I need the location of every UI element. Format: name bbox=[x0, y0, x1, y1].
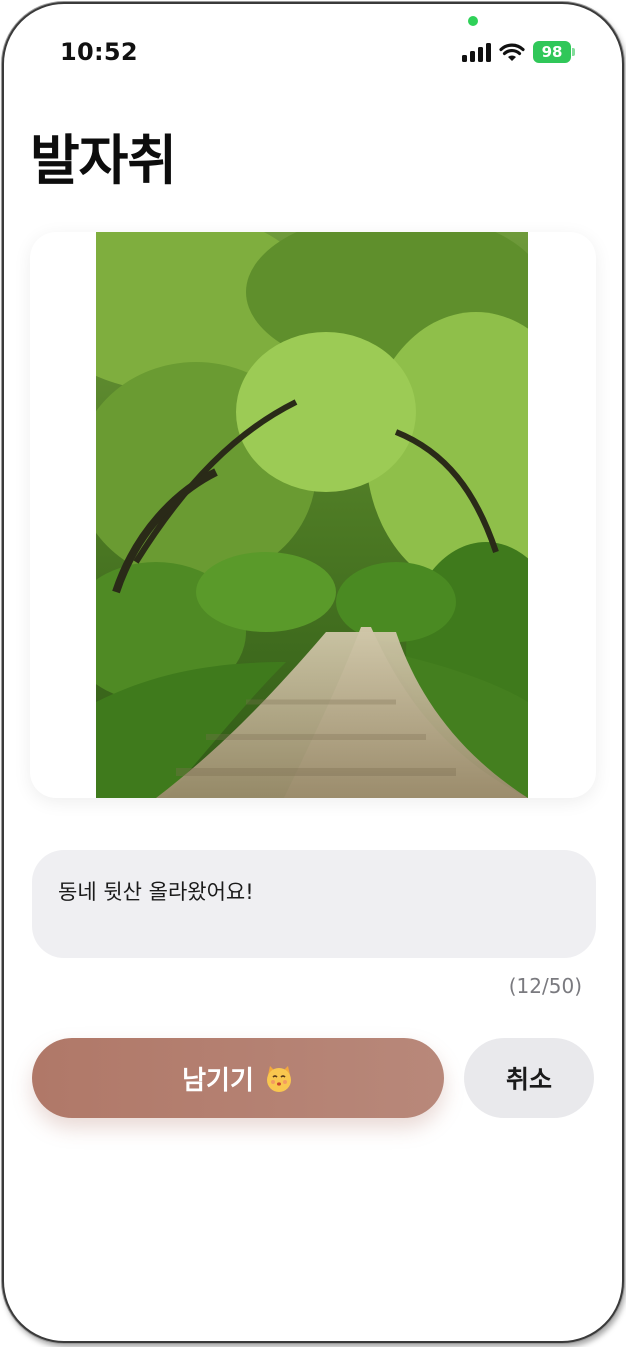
phone-frame: 10:52 98 발자취 동네 뒷산 올라왔어요! (12/50) 남기기 취소 bbox=[2, 2, 624, 1343]
cancel-button[interactable]: 취소 bbox=[464, 1038, 594, 1118]
cat-kissing-emoji-icon bbox=[266, 1066, 291, 1092]
submit-button[interactable]: 남기기 bbox=[32, 1038, 444, 1118]
battery-level: 98 bbox=[533, 41, 571, 63]
battery-icon: 98 bbox=[533, 41, 575, 63]
forest-path-photo bbox=[96, 232, 528, 798]
status-time: 10:52 bbox=[60, 38, 138, 66]
signal-icon bbox=[462, 42, 491, 62]
status-icons: 98 bbox=[462, 40, 575, 64]
cancel-button-label: 취소 bbox=[505, 1065, 552, 1094]
submit-button-label: 남기기 bbox=[182, 1065, 254, 1096]
caption-input[interactable]: 동네 뒷산 올라왔어요! bbox=[32, 850, 596, 958]
wifi-icon bbox=[499, 42, 525, 62]
camera-indicator-dot bbox=[468, 16, 478, 26]
character-counter: (12/50) bbox=[508, 974, 582, 998]
page-title: 발자취 bbox=[30, 129, 177, 192]
caption-text: 동네 뒷산 올라왔어요! bbox=[58, 880, 254, 904]
photo-card bbox=[30, 232, 596, 798]
